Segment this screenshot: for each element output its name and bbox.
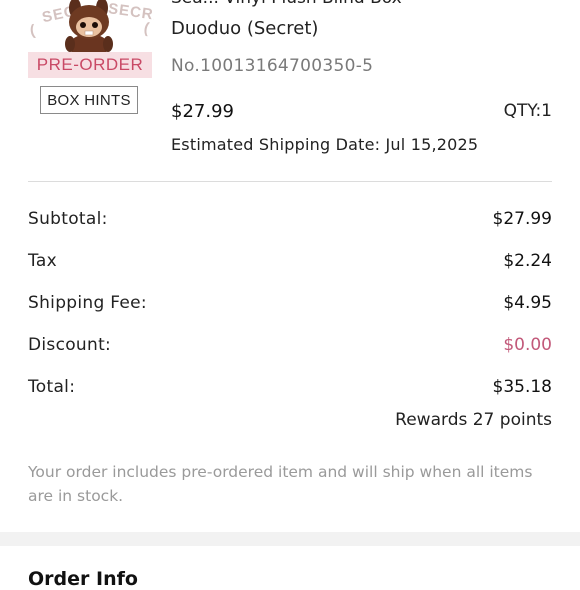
- subtotal-label: Subtotal:: [28, 209, 108, 229]
- order-info-heading: Order Info: [28, 568, 138, 590]
- product-number: No.10013164700350-5: [171, 56, 374, 76]
- product-quantity: QTY:1: [503, 101, 552, 121]
- subtotal-value: $27.99: [492, 209, 552, 229]
- product-title[interactable]: Duoduo (Secret): [171, 18, 318, 39]
- total-row: Total: $35.18: [28, 375, 552, 399]
- tax-row: Tax $2.24: [28, 249, 552, 273]
- tax-label: Tax: [28, 251, 57, 271]
- product-price: $27.99: [171, 101, 234, 122]
- estimated-shipping-date: Estimated Shipping Date: Jul 15,2025: [171, 135, 479, 154]
- discount-value: $0.00: [503, 335, 552, 355]
- shipping-fee-value: $4.95: [503, 293, 552, 313]
- total-value: $35.18: [492, 377, 552, 397]
- pre-order-badge: PRE-ORDER: [28, 52, 152, 78]
- section-separator-band: [0, 532, 580, 546]
- rewards-points: Rewards 27 points: [395, 410, 552, 430]
- subtotal-row: Subtotal: $27.99: [28, 207, 552, 231]
- shipping-fee-row: Shipping Fee: $4.95: [28, 291, 552, 315]
- tax-value: $2.24: [503, 251, 552, 271]
- product-title-line[interactable]: Sea... Vinyl Plush Blind Box: [171, 0, 402, 8]
- discount-row: Discount: $0.00: [28, 333, 552, 357]
- discount-label: Discount:: [28, 335, 112, 355]
- shipping-fee-label: Shipping Fee:: [28, 293, 147, 313]
- preorder-shipping-note: Your order includes pre-ordered item and…: [28, 463, 533, 505]
- total-label: Total:: [28, 377, 76, 397]
- section-divider: [28, 181, 552, 182]
- plush-figure-image: [65, 0, 113, 54]
- box-hints-button[interactable]: BOX HINTS: [40, 86, 138, 114]
- product-thumbnail[interactable]: ( SEC SECRE (: [28, 0, 154, 54]
